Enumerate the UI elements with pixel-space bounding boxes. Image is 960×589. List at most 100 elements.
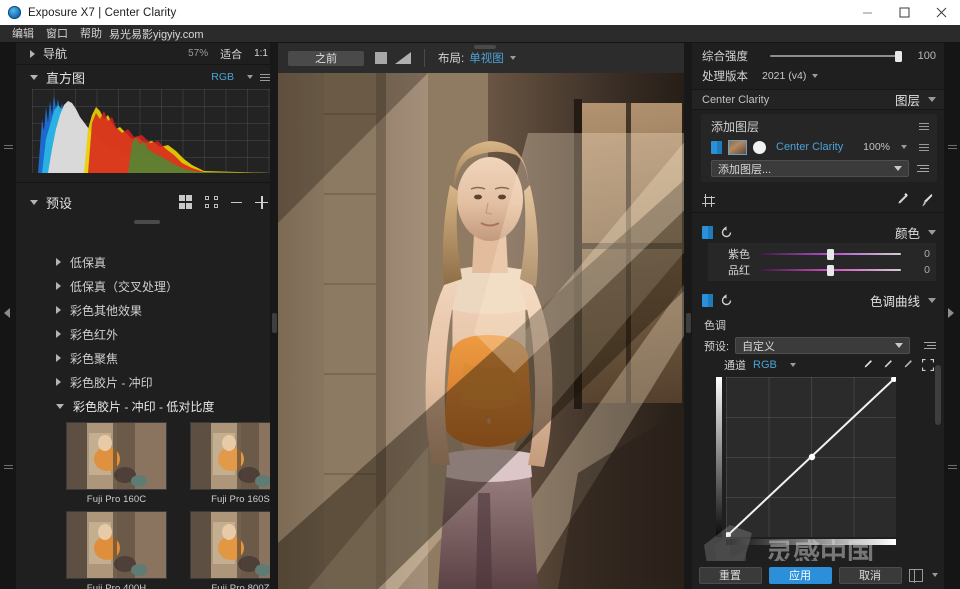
apply-button[interactable]: 应用 [768,566,832,584]
layout-value[interactable]: 单视图 [469,50,504,66]
menu-bar: 编辑 窗口 帮助 易光易影yigyiy.com [0,25,960,43]
left-panel-drag-handle[interactable] [134,220,160,224]
crop-tool-icon[interactable] [702,193,715,207]
layer-thumbnail-icon[interactable] [728,139,747,155]
presets-section-header[interactable]: 预设 [16,189,278,215]
preset-thumbnail-item[interactable]: Fuji Pro 400H [66,511,167,589]
cancel-button[interactable]: 取消 [838,566,902,584]
preset-category-row-expanded[interactable]: 彩色胶片 - 冲印 - 低对比度 [32,394,294,418]
visibility-toggle-icon[interactable] [702,225,713,239]
visibility-toggle-icon[interactable] [702,293,713,307]
navigator-section-header[interactable]: 导航 57% 适合 1:1 [16,43,278,65]
close-button[interactable] [923,0,960,25]
tone-curve-plot[interactable] [726,377,896,537]
maximize-button[interactable] [886,0,923,25]
histogram-section-header[interactable]: 直方图 RGB [16,65,278,89]
preset-category-row[interactable]: 彩色聚焦 [32,346,294,370]
visibility-toggle-icon[interactable] [711,140,722,154]
preset-category-row[interactable]: 低保真（交叉处理） [32,274,294,298]
chevron-down-icon[interactable] [789,363,796,367]
eyedropper-gray-point-icon[interactable] [882,359,893,372]
menu-item-edit[interactable]: 编辑 [6,25,40,43]
left-rail-grip-top[interactable] [4,145,13,152]
image-panel-drag-handle[interactable] [474,45,496,49]
eyedropper-tool-icon[interactable] [895,192,909,208]
navigator-fit-button[interactable]: 适合 [220,46,242,62]
preset-category-row[interactable]: 低保真 [32,250,294,274]
collapse-all-icon[interactable] [205,196,218,208]
before-button[interactable]: 之前 [288,50,364,66]
magenta-slider-knob[interactable] [826,265,834,276]
right-rail-grip-bottom[interactable] [948,465,957,472]
right-divider[interactable] [684,43,692,589]
preset-category-label: 低保真 [70,255,107,270]
eyedropper-white-point-icon[interactable] [862,359,873,372]
hamburger-icon[interactable] [260,73,270,81]
process-version-value[interactable]: 2021 (v4) [762,70,806,82]
right-panel-collapse-arrow[interactable] [948,308,954,318]
reset-icon[interactable] [720,225,733,239]
layer-name[interactable]: Center Clarity [776,141,843,153]
chevron-down-icon[interactable] [928,297,936,303]
tone-curve-output-gradient [716,377,722,537]
chevron-down-icon[interactable] [901,145,907,149]
left-divider-grip[interactable] [271,313,277,333]
layer-opacity-value[interactable]: 100% [863,141,890,153]
image-canvas[interactable] [278,73,692,589]
eyedropper-black-point-icon[interactable] [902,359,913,372]
window-controls [849,0,960,25]
chevron-down-icon[interactable] [928,229,936,235]
chevron-down-icon[interactable] [931,573,938,577]
layer-row[interactable]: Center Clarity 100% [701,136,937,158]
grid-view-icon[interactable] [178,195,192,209]
preset-category-row[interactable]: 彩色红外 [32,322,294,346]
navigator-1-to-1-button[interactable]: 1:1 [254,48,268,59]
left-divider[interactable] [270,43,278,589]
overall-strength-knob[interactable] [895,51,902,62]
list-menu-icon[interactable] [915,165,929,172]
presets-list[interactable]: 低保真 低保真（交叉处理） 彩色其他效果 彩色红外 彩色聚焦 彩色胶片 - 冲印… [32,250,294,589]
right-panel-scrollbar[interactable] [935,365,941,425]
channel-value[interactable]: RGB [753,359,777,371]
menu-item-window[interactable]: 窗口 [40,25,74,43]
hamburger-icon[interactable] [919,143,929,151]
preset-thumbnail-image[interactable] [66,422,167,490]
hamburger-icon[interactable] [919,122,929,130]
preset-thumbnail-image[interactable] [66,511,167,579]
left-panel-collapse-arrow[interactable] [4,308,10,318]
expand-curve-icon[interactable] [922,359,934,371]
solid-square-icon[interactable] [375,52,387,64]
reset-button[interactable]: 重置 [698,566,762,584]
preset-category-row[interactable]: 彩色其他效果 [32,298,294,322]
chevron-down-icon[interactable] [247,75,253,79]
chevron-down-icon[interactable] [928,97,936,102]
list-menu-icon[interactable] [922,342,936,349]
purple-slider[interactable] [759,249,901,260]
reset-icon[interactable] [720,293,733,307]
chevron-down-icon[interactable] [812,74,819,78]
menu-item-help[interactable]: 帮助 [74,25,108,43]
photo-preview[interactable] [278,73,692,589]
minus-icon[interactable] [231,201,242,203]
tone-curve-line[interactable] [726,377,896,537]
tone-preset-dropdown[interactable]: 自定义 [735,337,910,354]
right-divider-grip[interactable] [685,313,691,333]
preset-thumbnail-item[interactable]: Fuji Pro 160C [66,422,167,511]
gradient-wedge-icon[interactable] [395,52,411,64]
chevron-down-icon[interactable] [509,56,516,60]
tone-curve-editor[interactable] [716,377,896,549]
right-rail-grip-top[interactable] [948,145,957,152]
purple-slider-knob[interactable] [826,249,834,260]
preset-category-row[interactable]: 彩色胶片 - 冲印 [32,370,294,394]
plus-icon[interactable] [255,195,268,209]
overall-strength-slider[interactable] [770,51,902,62]
panel-options-icon[interactable] [908,568,923,583]
histogram-channel-value[interactable]: RGB [211,71,234,83]
brush-tool-icon[interactable] [920,193,934,208]
layer-mask-icon[interactable] [753,140,766,154]
histogram-curves [38,95,270,173]
add-layer-dropdown[interactable]: 添加图层... [711,160,909,177]
minimize-button[interactable] [849,0,886,25]
magenta-slider[interactable] [759,265,901,276]
left-rail-grip-bottom[interactable] [4,465,13,472]
